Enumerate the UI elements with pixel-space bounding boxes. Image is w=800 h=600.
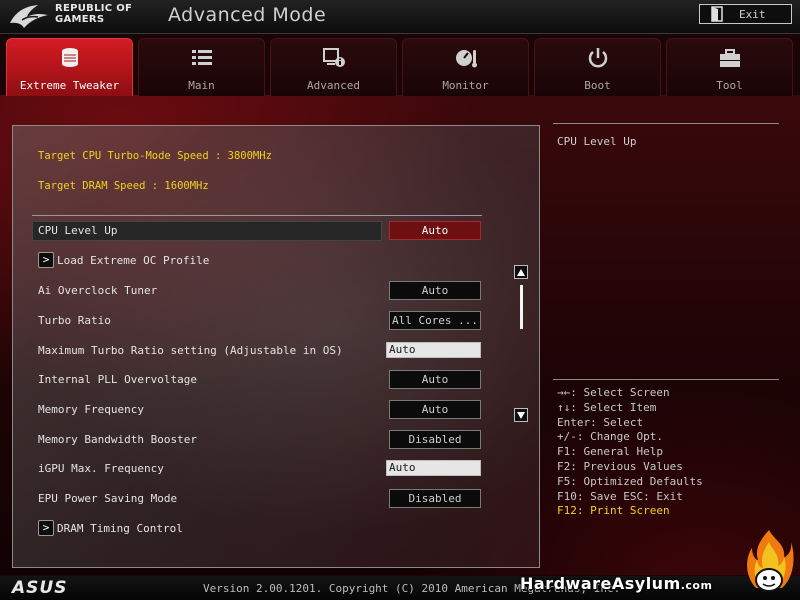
turbo-ratio-select[interactable]: All Cores ... [389, 311, 481, 330]
watermark-suffix: .com [680, 579, 713, 592]
divider [553, 123, 779, 124]
memory-frequency-select[interactable]: Auto [389, 400, 481, 419]
cpu-level-up-select[interactable]: Auto [389, 221, 481, 240]
scrollbar-thumb[interactable] [520, 285, 523, 329]
asus-logo: ASUS [12, 578, 68, 598]
tab-tool[interactable]: Tool [666, 38, 793, 96]
key-hint: F1: General Help [557, 445, 663, 459]
tab-label: Boot [584, 79, 611, 92]
tab-label: Extreme Tweaker [19, 79, 120, 92]
internal-pll-overvoltage-select[interactable]: Auto [389, 370, 481, 389]
help-panel: CPU Level Up →←: Select Screen ↑↓: Selec… [553, 123, 779, 563]
setting-label-epu-power-saving[interactable]: EPU Power Saving Mode [38, 492, 177, 505]
epu-power-saving-select[interactable]: Disabled [389, 489, 481, 508]
brand-line-2: GAMERS [55, 14, 105, 25]
tab-boot[interactable]: Boot [534, 38, 661, 96]
advanced-icon [322, 48, 345, 67]
dram-timing-control-link[interactable]: DRAM Timing Control [57, 522, 183, 535]
tab-advanced[interactable]: Advanced [270, 38, 397, 96]
setting-label-memory-frequency[interactable]: Memory Frequency [38, 403, 144, 416]
header-bar: REPUBLIC OF GAMERS Advanced Mode Exit [0, 0, 800, 34]
setting-label-turbo-ratio[interactable]: Turbo Ratio [38, 314, 111, 327]
key-legend: →←: Select Screen ↑↓: Select Item Enter:… [557, 386, 703, 519]
submenu-arrow-icon[interactable]: > [38, 520, 54, 536]
help-title: CPU Level Up [557, 135, 637, 148]
brand-text: REPUBLIC OF GAMERS [55, 3, 132, 25]
target-cpu-speed: Target CPU Turbo-Mode Speed : 3800MHz [38, 150, 272, 162]
igpu-max-frequency-input[interactable]: Auto [386, 460, 481, 476]
watermark-logo: HardwareAsylum.com [520, 574, 712, 593]
setting-label-cpu-level-up[interactable]: CPU Level Up [38, 224, 117, 237]
tab-label: Monitor [442, 79, 489, 92]
setting-label-memory-bandwidth-booster[interactable]: Memory Bandwidth Booster [38, 433, 197, 446]
setting-label-internal-pll-overvoltage[interactable]: Internal PLL Overvoltage [38, 373, 197, 386]
watermark-name: HardwareAsylum [520, 574, 681, 593]
exit-door-icon [711, 6, 723, 22]
tab-label: Advanced [307, 79, 360, 92]
memory-bandwidth-booster-select[interactable]: Disabled [389, 430, 481, 449]
power-icon [588, 48, 607, 68]
page-title: Advanced Mode [168, 4, 327, 26]
key-hint: →←: Select Screen [557, 386, 670, 399]
tab-label: Main [188, 79, 215, 92]
ai-overclock-tuner-select[interactable]: Auto [389, 281, 481, 300]
tab-label: Tool [716, 79, 743, 92]
exit-button[interactable]: Exit [699, 4, 792, 24]
tab-main[interactable]: Main [138, 38, 265, 96]
key-hint-print-screen: F12: Print Screen [557, 504, 670, 518]
target-dram-speed: Target DRAM Speed : 1600MHz [38, 180, 209, 192]
key-hint: F10: Save ESC: Exit [557, 489, 683, 503]
setting-label-igpu-max-frequency[interactable]: iGPU Max. Frequency [38, 462, 164, 475]
tweaker-icon [61, 48, 78, 67]
scroll-down-arrow-icon[interactable] [514, 408, 528, 422]
flame-mascot-icon [747, 530, 794, 592]
load-extreme-oc-profile-link[interactable]: Load Extreme OC Profile [57, 254, 209, 267]
rog-logo-icon [10, 5, 48, 28]
key-hint: F5: Optimized Defaults [557, 474, 703, 488]
list-icon [191, 50, 212, 65]
divider [553, 379, 779, 380]
key-hint: F2: Previous Values [557, 459, 683, 473]
tab-bar: Extreme Tweaker Main Advanced Monitor Bo… [0, 38, 800, 96]
scroll-up-arrow-icon[interactable] [514, 265, 528, 279]
max-turbo-ratio-input[interactable]: Auto [386, 342, 481, 358]
tab-monitor[interactable]: Monitor [402, 38, 529, 96]
tab-extreme-tweaker[interactable]: Extreme Tweaker [6, 38, 133, 96]
key-hint: ↑↓: Select Item [557, 400, 657, 414]
key-hint: +/-: Change Opt. [557, 430, 663, 444]
submenu-arrow-icon[interactable]: > [38, 252, 54, 268]
divider [32, 215, 482, 216]
setting-label-ai-overclock-tuner[interactable]: Ai Overclock Tuner [38, 284, 157, 297]
brand-line-1: REPUBLIC OF [55, 3, 133, 14]
toolbox-icon [719, 49, 740, 67]
settings-panel: Target CPU Turbo-Mode Speed : 3800MHz Ta… [12, 125, 540, 568]
monitor-gauge-icon [455, 50, 477, 68]
setting-label-max-turbo-ratio[interactable]: Maximum Turbo Ratio setting (Adjustable … [38, 344, 343, 357]
exit-label: Exit [739, 7, 766, 21]
key-hint: Enter: Select [557, 415, 644, 429]
